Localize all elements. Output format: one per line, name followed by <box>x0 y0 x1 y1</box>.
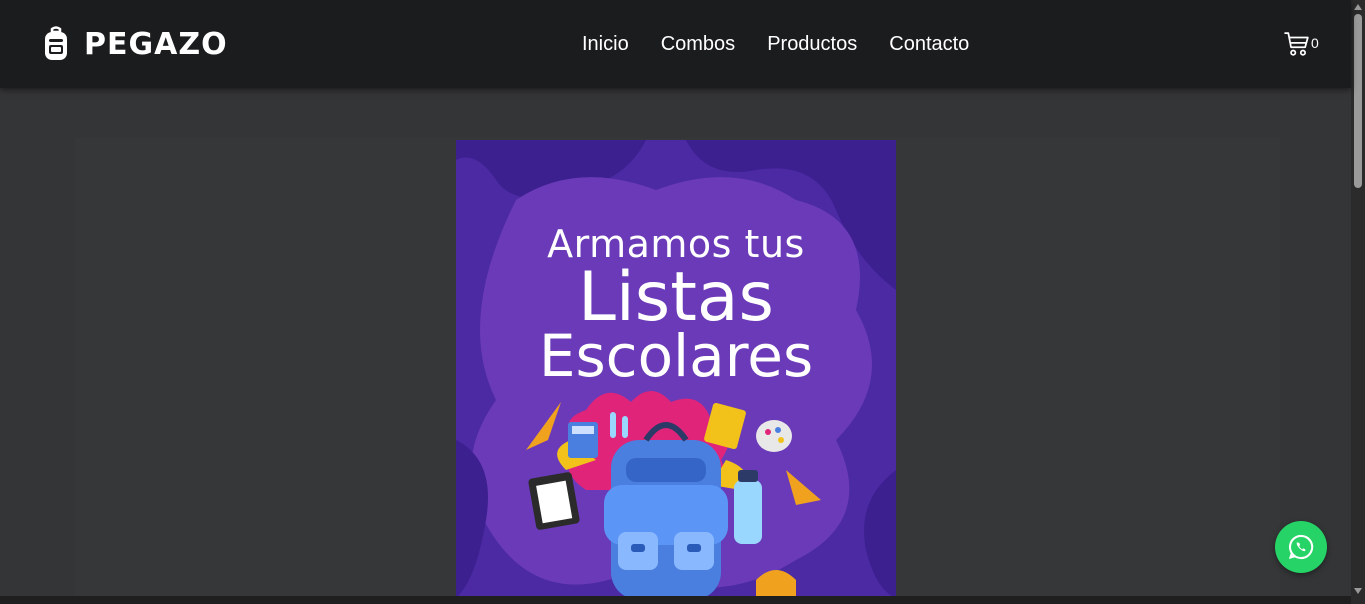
backpack-icon <box>45 26 67 60</box>
scroll-thumb[interactable] <box>1354 14 1362 188</box>
brand-link[interactable]: PEGAZO <box>42 24 228 64</box>
main-nav: Inicio Combos Productos Contacto <box>566 30 985 58</box>
whatsapp-button[interactable] <box>1275 521 1327 573</box>
brand-name: PEGAZO <box>84 26 228 62</box>
nav-link-inicio[interactable]: Inicio <box>566 30 645 58</box>
whatsapp-icon <box>1288 534 1314 560</box>
hero-banner[interactable]: Armamos tus Listas Escolares <box>456 140 896 598</box>
cart-count: 0 <box>1311 35 1319 51</box>
navbar: PEGAZO Inicio Combos Productos Contacto … <box>0 0 1351 88</box>
bottom-edge <box>0 596 1351 604</box>
scroll-up-arrow-icon[interactable] <box>1354 4 1362 10</box>
banner-line-3: Escolares <box>538 322 814 390</box>
cart-button[interactable]: 0 <box>1284 31 1319 57</box>
nav-link-combos[interactable]: Combos <box>645 30 751 58</box>
nav-link-contacto[interactable]: Contacto <box>873 30 985 58</box>
vertical-scrollbar[interactable] <box>1351 0 1365 604</box>
scroll-down-arrow-icon[interactable] <box>1354 588 1362 594</box>
nav-link-productos[interactable]: Productos <box>751 30 873 58</box>
cart-icon <box>1284 32 1309 56</box>
